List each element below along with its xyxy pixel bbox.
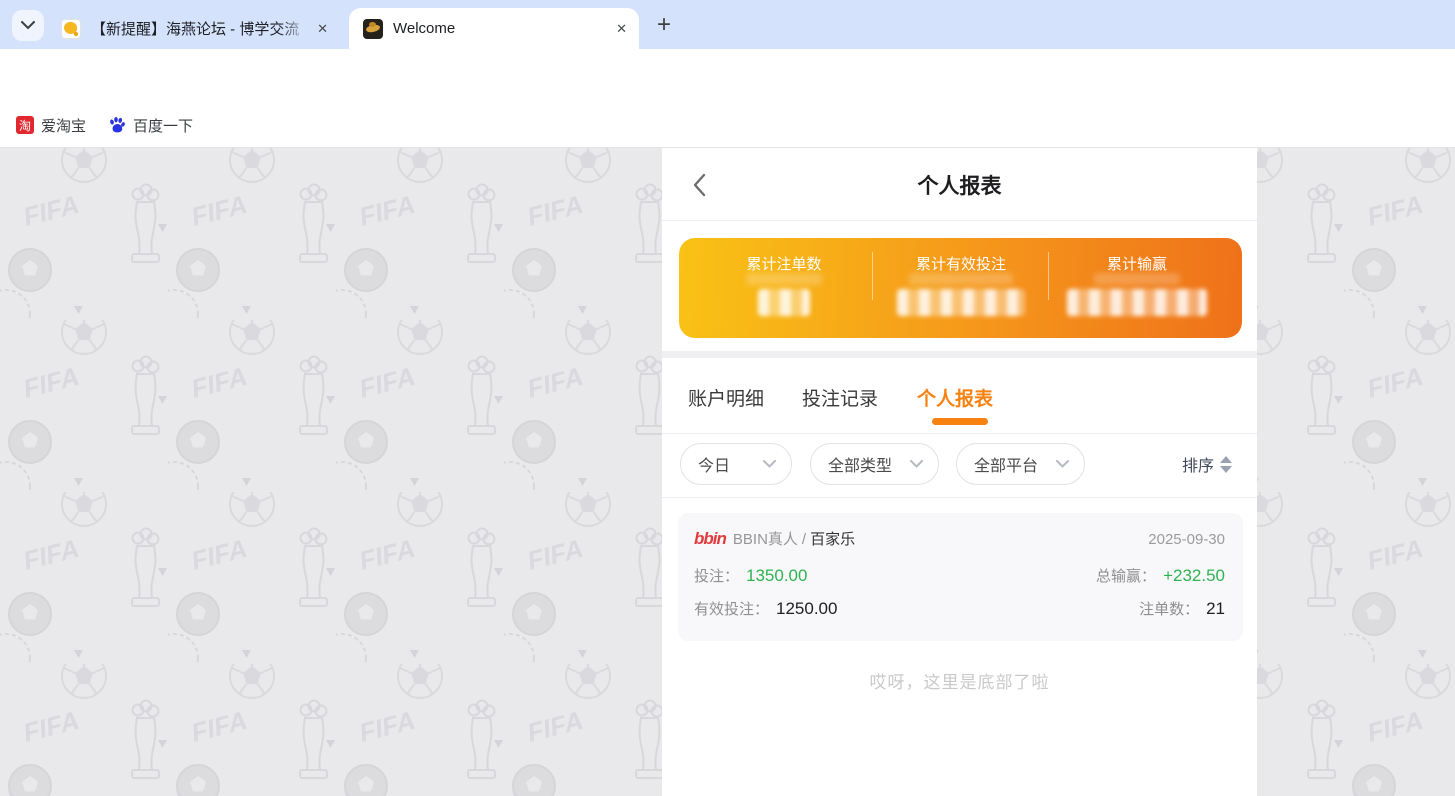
count-value: 21 — [1206, 599, 1225, 618]
tab-bet-records[interactable]: 投注记录 — [802, 384, 878, 411]
tab-welcome[interactable]: Welcome ✕ — [349, 8, 639, 49]
tab-title: Welcome — [393, 19, 456, 37]
tab-strip: 【新提醒】海燕论坛 - 博学交流 ✕ Welcome ✕ + — [0, 0, 1455, 49]
sort-label: 排序 — [1181, 458, 1214, 475]
toolbar: 175616.cc/reports/index?tab=1 — [0, 49, 1455, 147]
censored-value — [746, 273, 822, 285]
censored-value — [1094, 273, 1180, 285]
censored-value — [1067, 289, 1207, 316]
censored-value — [897, 289, 1025, 316]
platform-filter-dropdown[interactable]: 全部平台 — [956, 443, 1085, 485]
filter-bar: 今日 全部类型 全部平台 排序 — [662, 434, 1257, 498]
baidu-paw-icon — [110, 117, 125, 133]
report-header: 个人报表 — [662, 148, 1257, 221]
section-gap — [662, 351, 1257, 358]
page-content: FIFA — [0, 147, 1455, 796]
chevron-down-icon — [1056, 460, 1069, 468]
tab-personal-report[interactable]: 个人报表 — [917, 384, 993, 411]
new-tab-button[interactable]: + — [650, 11, 678, 39]
censored-value — [758, 289, 810, 316]
win-value: +232.50 — [1163, 566, 1225, 585]
date-filter-dropdown[interactable]: 今日 — [680, 443, 792, 485]
win-label: 总输赢： — [1096, 568, 1157, 585]
valid-bet-label: 有效投注： — [694, 601, 770, 618]
bookmark-taobao[interactable]: 淘 爱淘宝 — [16, 113, 86, 137]
page-title: 个人报表 — [917, 175, 1002, 198]
stat-total-bets: 累计注单数 — [696, 238, 872, 338]
stat-label: 累计输赢 — [1106, 256, 1167, 273]
count-label: 注单数： — [1139, 601, 1200, 618]
valid-bet-value: 1250.00 — [776, 599, 838, 618]
platform-filter-value: 全部平台 — [974, 458, 1039, 475]
stat-label: 累计注单数 — [746, 256, 822, 273]
stat-valid-bets: 累计有效投注 — [873, 238, 1049, 338]
tab-title: 【新提醒】海燕论坛 - 博学交流 — [91, 21, 300, 38]
bookmark-baidu[interactable]: 百度一下 — [108, 113, 193, 137]
close-icon[interactable]: ✕ — [616, 22, 627, 35]
sort-arrows-icon — [1220, 455, 1232, 473]
taobao-icon: 淘 — [16, 116, 34, 134]
chevron-down-icon — [21, 21, 35, 30]
divider — [1048, 252, 1049, 300]
report-panel: 个人报表 累计注单数 累计有效投注 累计输赢 账户明细 投注记录 个人报表 今日… — [662, 148, 1257, 796]
bookmark-label: 爱淘宝 — [41, 117, 87, 135]
date-filter-value: 今日 — [698, 458, 731, 475]
forum-favicon-icon — [61, 18, 81, 39]
bet-value: 1350.00 — [746, 566, 808, 585]
bookmark-label: 百度一下 — [133, 117, 194, 135]
stat-label: 累计有效投注 — [915, 256, 1006, 273]
tab-forum[interactable]: 【新提醒】海燕论坛 - 博学交流 ✕ — [55, 8, 340, 49]
separator: / — [801, 531, 807, 548]
type-filter-value: 全部类型 — [828, 458, 893, 475]
sort-button[interactable]: 排序 — [1182, 452, 1232, 476]
stat-win-loss: 累计输赢 — [1049, 238, 1225, 338]
welcome-favicon-icon — [363, 18, 383, 39]
tab-search-button[interactable] — [12, 10, 44, 41]
record-header-row: bbin BBIN真人 / 百家乐 2025-09-30 — [694, 528, 1225, 549]
chevron-down-icon — [910, 460, 923, 468]
end-of-list-text: 哎呀，这里是底部了啦 — [869, 673, 1050, 692]
record-provider: BBIN真人 — [732, 531, 798, 548]
stats-card: 累计注单数 累计有效投注 累计输赢 — [679, 238, 1242, 338]
browser-window: 【新提醒】海燕论坛 - 博学交流 ✕ Welcome ✕ + 淘 爱淘宝 百度一… — [0, 0, 1455, 796]
report-record-card[interactable]: bbin BBIN真人 / 百家乐 2025-09-30 投注： 1350.00… — [678, 513, 1243, 641]
bookmarks-bar: 淘 爱淘宝 百度一下 — [0, 103, 1455, 147]
close-icon[interactable]: ✕ — [317, 22, 328, 35]
censored-value — [909, 273, 1013, 285]
report-tabs: 账户明细 投注记录 个人报表 — [662, 358, 1257, 434]
bbin-logo: bbin — [694, 529, 727, 548]
bet-label: 投注： — [694, 568, 740, 585]
divider — [872, 252, 873, 300]
record-bet-row: 投注： 1350.00 总输赢： +232.50 — [694, 565, 1225, 586]
record-valid-row: 有效投注： 1250.00 注单数： 21 — [694, 598, 1225, 619]
active-tab-underline — [932, 418, 988, 425]
chevron-down-icon — [763, 460, 776, 468]
record-date: 2025-09-30 — [1148, 531, 1225, 548]
type-filter-dropdown[interactable]: 全部类型 — [810, 443, 939, 485]
record-game: 百家乐 — [810, 531, 856, 548]
tab-account-detail[interactable]: 账户明细 — [688, 384, 764, 411]
